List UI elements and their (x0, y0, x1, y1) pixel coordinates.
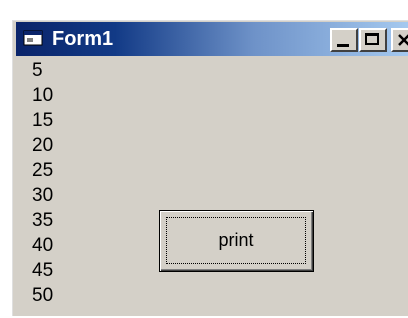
window-title: Form1 (52, 28, 114, 50)
output-line: 20 (32, 135, 54, 156)
minimize-button[interactable] (330, 28, 358, 52)
form1-window: Form1 5 10 15 20 25 30 35 40 45 50 print (10, 18, 408, 316)
output-line: 15 (32, 110, 54, 131)
form-client-area: 5 10 15 20 25 30 35 40 45 50 print (16, 58, 408, 318)
output-line: 5 (32, 60, 43, 81)
output-line: 40 (32, 235, 54, 256)
output-line: 50 (32, 285, 54, 306)
app-icon (23, 30, 43, 46)
close-button[interactable] (391, 28, 408, 52)
output-line: 35 (32, 210, 54, 231)
minimize-icon (337, 44, 349, 47)
print-button[interactable]: print (159, 210, 314, 272)
print-button-label: print (166, 217, 306, 264)
printed-output-list: 5 10 15 20 25 30 35 40 45 50 (32, 58, 53, 308)
maximize-icon (365, 33, 379, 45)
close-icon (398, 34, 408, 46)
output-line: 45 (32, 260, 54, 281)
maximize-button[interactable] (359, 28, 387, 52)
title-bar[interactable]: Form1 (16, 22, 408, 56)
output-line: 10 (32, 85, 54, 106)
output-line: 30 (32, 185, 54, 206)
output-line: 25 (32, 160, 54, 181)
